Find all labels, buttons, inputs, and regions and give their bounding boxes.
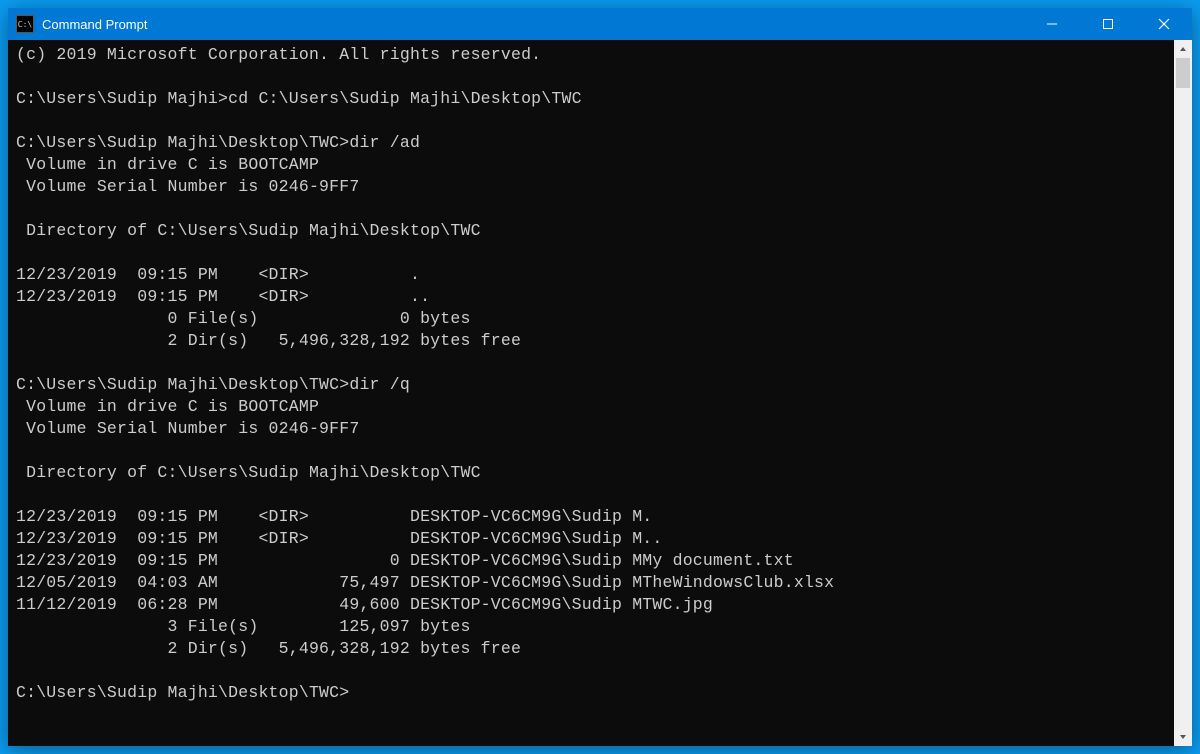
window-title: Command Prompt xyxy=(42,17,147,32)
terminal-line: 12/23/2019 09:15 PM <DIR> .. xyxy=(16,286,1166,308)
terminal-line: 12/23/2019 09:15 PM <DIR> DESKTOP-VC6CM9… xyxy=(16,528,1166,550)
scrollbar-thumb[interactable] xyxy=(1176,58,1190,88)
terminal-line: 2 Dir(s) 5,496,328,192 bytes free xyxy=(16,638,1166,660)
terminal-line xyxy=(16,484,1166,506)
terminal-line: Volume in drive C is BOOTCAMP xyxy=(16,396,1166,418)
terminal-line: Volume Serial Number is 0246-9FF7 xyxy=(16,418,1166,440)
close-button[interactable] xyxy=(1136,8,1192,40)
terminal-line: 0 File(s) 0 bytes xyxy=(16,308,1166,330)
terminal-line: Volume in drive C is BOOTCAMP xyxy=(16,154,1166,176)
terminal-line: 12/23/2019 09:15 PM <DIR> DESKTOP-VC6CM9… xyxy=(16,506,1166,528)
terminal-line xyxy=(16,352,1166,374)
chevron-down-icon xyxy=(1179,733,1187,741)
window-titlebar[interactable]: C:\ Command Prompt xyxy=(8,8,1192,40)
terminal-line xyxy=(16,66,1166,88)
terminal-line xyxy=(16,198,1166,220)
terminal-line: C:\Users\Sudip Majhi\Desktop\TWC> xyxy=(16,682,1166,704)
terminal-line xyxy=(16,242,1166,264)
scrollbar-track[interactable] xyxy=(1174,58,1192,728)
terminal-line: 3 File(s) 125,097 bytes xyxy=(16,616,1166,638)
terminal-line: 12/23/2019 09:15 PM <DIR> . xyxy=(16,264,1166,286)
content-area: (c) 2019 Microsoft Corporation. All righ… xyxy=(8,40,1192,746)
terminal-line: 11/12/2019 06:28 PM 49,600 DESKTOP-VC6CM… xyxy=(16,594,1166,616)
terminal-line: Directory of C:\Users\Sudip Majhi\Deskto… xyxy=(16,220,1166,242)
terminal-line: Volume Serial Number is 0246-9FF7 xyxy=(16,176,1166,198)
terminal-line: 12/23/2019 09:15 PM 0 DESKTOP-VC6CM9G\Su… xyxy=(16,550,1166,572)
chevron-up-icon xyxy=(1179,45,1187,53)
terminal-line: C:\Users\Sudip Majhi\Desktop\TWC>dir /ad xyxy=(16,132,1166,154)
maximize-icon xyxy=(1102,18,1114,30)
terminal-line: 2 Dir(s) 5,496,328,192 bytes free xyxy=(16,330,1166,352)
terminal-line: C:\Users\Sudip Majhi\Desktop\TWC>dir /q xyxy=(16,374,1166,396)
terminal-output[interactable]: (c) 2019 Microsoft Corporation. All righ… xyxy=(8,40,1174,746)
scrollbar-down-button[interactable] xyxy=(1174,728,1192,746)
vertical-scrollbar[interactable] xyxy=(1174,40,1192,746)
terminal-line: 12/05/2019 04:03 AM 75,497 DESKTOP-VC6CM… xyxy=(16,572,1166,594)
terminal-line xyxy=(16,110,1166,132)
terminal-line: Directory of C:\Users\Sudip Majhi\Deskto… xyxy=(16,462,1166,484)
window-controls xyxy=(1024,8,1192,40)
maximize-button[interactable] xyxy=(1080,8,1136,40)
scrollbar-up-button[interactable] xyxy=(1174,40,1192,58)
terminal-line xyxy=(16,440,1166,462)
app-icon: C:\ xyxy=(16,15,34,33)
minimize-button[interactable] xyxy=(1024,8,1080,40)
close-icon xyxy=(1158,18,1170,30)
terminal-line: (c) 2019 Microsoft Corporation. All righ… xyxy=(16,44,1166,66)
command-prompt-window: C:\ Command Prompt (c) 2019 Microsoft Co… xyxy=(8,8,1192,746)
terminal-line: C:\Users\Sudip Majhi>cd C:\Users\Sudip M… xyxy=(16,88,1166,110)
terminal-line xyxy=(16,660,1166,682)
minimize-icon xyxy=(1046,18,1058,30)
